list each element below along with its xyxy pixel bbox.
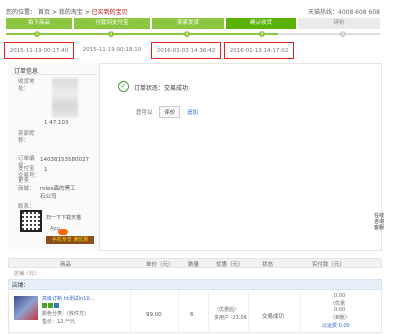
append-review-link[interactable]: 追加 bbox=[187, 108, 198, 116]
review-button[interactable]: 评价 bbox=[159, 106, 181, 118]
order-status-label: 订单状态： bbox=[134, 85, 165, 92]
breadcrumb-current[interactable]: 已买到的宝贝 bbox=[92, 9, 128, 16]
total-value-1: 0.00 bbox=[334, 293, 346, 299]
step-dot: 1 bbox=[34, 31, 40, 37]
order-status-value: 交易成功 bbox=[164, 85, 189, 92]
item-variant: 颜色分类：(收件方) bbox=[42, 311, 86, 317]
total-note-2: （到账） bbox=[330, 315, 351, 321]
redacted-address bbox=[52, 78, 78, 118]
divider bbox=[130, 291, 131, 333]
breadcrumb-location-label: 您的位置： bbox=[6, 9, 37, 16]
total-note-1: （优惠 bbox=[330, 301, 346, 307]
item-price: 99.00 bbox=[146, 312, 162, 318]
col-header-qty: 数量 bbox=[188, 262, 200, 268]
more-label[interactable]: 更多 bbox=[18, 176, 29, 184]
address-label: 收货地 址： bbox=[18, 79, 35, 92]
alipay-value: 1 bbox=[44, 167, 48, 173]
divider bbox=[300, 291, 301, 333]
step-dot: 5 bbox=[340, 31, 346, 37]
item-status: 交易成功 bbox=[262, 314, 285, 320]
timestamp-shipped: 2016-01-03 14:36:42 bbox=[151, 42, 221, 59]
timestamp-received: 2016-01-13 14:17:02 bbox=[224, 42, 294, 59]
item-qty: 6 bbox=[190, 312, 194, 318]
mall-value-1[interactable]: rolex森的黑工 bbox=[40, 184, 76, 192]
step-dot: 2 bbox=[108, 31, 114, 37]
col-header-total: 实付款（元） bbox=[312, 262, 346, 268]
step-dot: 4 bbox=[259, 31, 265, 37]
item-title-link[interactable]: 高级订制 ht测试in10... bbox=[42, 295, 94, 302]
progress-track-remaining bbox=[278, 33, 380, 35]
qr-download-text: 扫一下下载天猫 bbox=[46, 215, 82, 221]
hotline-text: 天猫热线：4008 608 608 bbox=[308, 9, 380, 16]
item-discount-value: 多用户 -23.08 bbox=[214, 315, 247, 321]
timestamp-paid: 2015-11-19 00:18:10 bbox=[82, 47, 142, 53]
check-circle-icon: ✓ bbox=[118, 81, 129, 92]
col-header-discount: 优惠（元） bbox=[216, 262, 244, 268]
step-received: 确认收货 bbox=[226, 18, 296, 29]
mall-label: 商城： bbox=[18, 186, 35, 192]
mobile-promo-badge[interactable]: 手机专享 满优惠 bbox=[46, 236, 94, 244]
seller-row bbox=[8, 279, 382, 290]
divider bbox=[248, 291, 249, 333]
step-review: 评价 bbox=[298, 18, 380, 29]
contact-label: 联系： bbox=[18, 204, 35, 210]
step-paid: 付款到支付宝 bbox=[74, 18, 150, 29]
divider bbox=[12, 74, 96, 75]
seller-label: 卖家昵 称： bbox=[18, 131, 35, 144]
order-number-value: 14038153580027 bbox=[40, 157, 89, 163]
divider bbox=[178, 291, 179, 333]
order-actions: 您可以 评价 追加 bbox=[136, 106, 203, 118]
service-tag-icon bbox=[42, 303, 47, 308]
col-header-price: 单价（元） bbox=[146, 262, 174, 268]
order-status: 订单状态：交易成功 bbox=[134, 83, 188, 92]
online-service-float[interactable]: 在线咨询客服 bbox=[374, 213, 384, 231]
shipping-fee-link[interactable]: 以运费 0.00 bbox=[322, 322, 350, 329]
breadcrumb-home-link[interactable]: 首页 bbox=[38, 9, 50, 16]
item-discount-note: （优惠后） bbox=[214, 307, 240, 313]
step-placed: 拍下商品 bbox=[6, 18, 72, 29]
table-subheader-text: 店铺（元） bbox=[14, 271, 40, 277]
timestamp-placed: 2015-11-19 00:17:40 bbox=[4, 42, 74, 59]
actions-prefix: 您可以 bbox=[136, 110, 153, 116]
service-tag-icon bbox=[54, 303, 59, 308]
divider bbox=[208, 291, 209, 333]
qr-code-image bbox=[20, 210, 42, 232]
item-thumbnail[interactable] bbox=[14, 296, 38, 320]
breadcrumb-my-taobao-link[interactable]: 我的淘宝 bbox=[59, 9, 83, 16]
item-original-price: 售价：12.**元 bbox=[42, 319, 75, 325]
table-subheader: 店铺（元） bbox=[8, 270, 382, 278]
breadcrumb: 您的位置： 首页 > 我的淘宝 > 已买到的宝贝 bbox=[6, 9, 128, 16]
seller-value: 1 47,103 bbox=[44, 120, 69, 126]
col-header-item: 商品 bbox=[60, 262, 72, 268]
mall-value-2: 石公司 bbox=[40, 194, 57, 200]
order-progress-steps: 拍下商品 付款到支付宝 卖家发货 确认收货 评价 bbox=[6, 18, 380, 29]
item-service-tags bbox=[42, 303, 60, 310]
step-shipped: 卖家发货 bbox=[152, 18, 224, 29]
total-value-2: 0.00 bbox=[334, 307, 346, 313]
service-tag-icon bbox=[48, 303, 53, 308]
seller-row-label: 店铺： bbox=[12, 283, 29, 289]
qr-app-text: App bbox=[50, 226, 60, 232]
step-dot: 3 bbox=[184, 31, 190, 37]
col-header-status: 状态 bbox=[262, 262, 274, 268]
